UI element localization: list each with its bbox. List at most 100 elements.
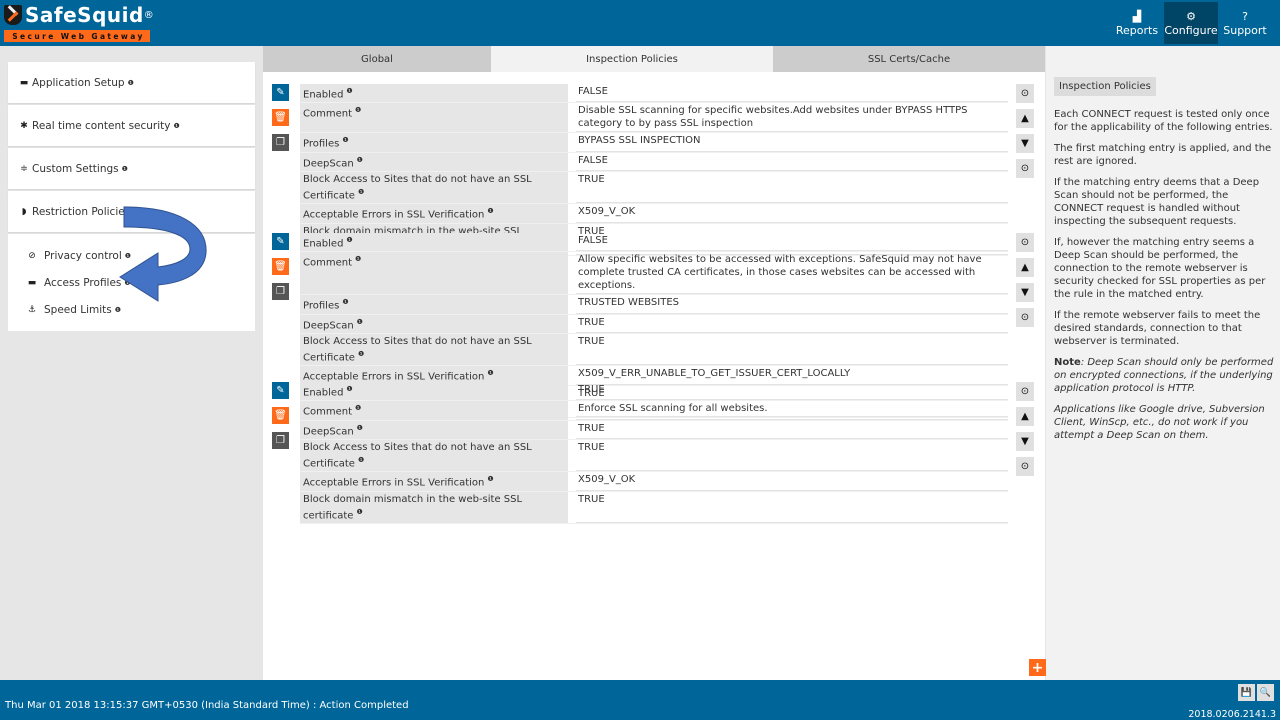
note-label: Note — [1054, 357, 1081, 368]
field-label: Comment ❶ — [300, 252, 568, 295]
save-config-button[interactable]: 💾 — [1238, 684, 1255, 701]
field-value: TRUE — [576, 172, 1008, 204]
search-button[interactable]: 🔍 — [1257, 684, 1274, 701]
chart-icon: ▟ — [1132, 9, 1142, 23]
field-value: FALSE — [576, 233, 1008, 252]
info-icon[interactable]: ❶ — [355, 106, 361, 114]
edit-icon: ✎ — [276, 385, 285, 396]
sidebar: ▬ Application Setup ❶ ✱ Real time conten… — [8, 62, 255, 331]
add-policy-button[interactable]: + — [1029, 659, 1046, 676]
move-down-button[interactable]: ▼ — [1016, 134, 1034, 153]
move-top-button[interactable]: ⊙ — [1016, 84, 1034, 103]
sidebar-item-speed-limits[interactable]: ⚓ Speed Limits ❶ — [26, 296, 255, 323]
move-down-button[interactable]: ▼ — [1016, 283, 1034, 302]
info-icon[interactable]: ❶ — [346, 385, 352, 393]
copy-button[interactable]: ❐ — [272, 432, 289, 449]
field-label: DeepScan ❶ — [300, 314, 568, 333]
nav-support[interactable]: ? Support — [1218, 2, 1272, 44]
info-icon[interactable]: ❶ — [124, 279, 130, 287]
edit-icon: ✎ — [276, 87, 285, 98]
status-bar: Thu Mar 01 2018 13:15:37 GMT+0530 (India… — [0, 680, 1280, 720]
info-icon[interactable]: ❶ — [357, 424, 363, 432]
field-value: X509_V_OK — [576, 204, 1008, 223]
copy-button[interactable]: ❐ — [272, 283, 289, 300]
move-up-button[interactable]: ▲ — [1016, 407, 1034, 426]
help-paragraph: If the remote webserver fails to meet th… — [1054, 310, 1261, 347]
help-note: Note: Deep Scan should only be performed… — [1054, 356, 1274, 395]
field-name: Block domain mismatch in the web-site SS… — [303, 493, 523, 521]
table-row: Block domain mismatch in the web-site SS… — [300, 491, 1008, 524]
help-paragraph: If the matching entry deems that a Deep … — [1054, 177, 1260, 227]
copy-icon: ❐ — [276, 137, 285, 148]
move-top-button[interactable]: ⊙ — [1016, 233, 1034, 252]
status-message: Thu Mar 01 2018 13:15:37 GMT+0530 (India… — [5, 700, 409, 711]
info-icon[interactable]: ❶ — [346, 236, 352, 244]
move-up-button[interactable]: ▲ — [1016, 109, 1034, 128]
restriction-policies-submenu: ⊘ Privacy control ❶ ▬ Access Profiles ❶ … — [8, 234, 255, 331]
move-bottom-button[interactable]: ⊙ — [1016, 457, 1034, 476]
table-row: Acceptable Errors in SSL Verification ❶ X5… — [300, 472, 1008, 492]
delete-button[interactable]: 🗑 — [272, 407, 289, 424]
sidebar-item-label: Application Setup — [32, 76, 125, 89]
table-row: Comment ❶ Allow specific websites to be ac… — [300, 252, 1008, 296]
delete-button[interactable]: 🗑 — [272, 258, 289, 275]
nav-configure[interactable]: ⚙ Configure — [1164, 2, 1218, 44]
sidebar-item-real-time-content-security[interactable]: ✱ Real time content security ❶ — [8, 105, 255, 146]
info-icon[interactable]: ❶ — [487, 369, 493, 377]
nav-reports[interactable]: ▟ Reports — [1110, 2, 1164, 44]
move-top-button[interactable]: ⊙ — [1016, 382, 1034, 401]
field-name: Block Access to Sites that do not have a… — [303, 441, 532, 470]
move-down-button[interactable]: ▼ — [1016, 432, 1034, 451]
edit-button[interactable]: ✎ — [272, 382, 289, 399]
sidebar-item-restriction-policies[interactable]: ◗ Restriction Policies ❶ — [8, 191, 255, 232]
info-icon[interactable]: ❶ — [122, 165, 128, 173]
info-icon[interactable]: ❶ — [357, 318, 363, 326]
move-bottom-button[interactable]: ⊙ — [1016, 159, 1034, 178]
tab-global[interactable]: Global — [263, 46, 491, 72]
info-icon[interactable]: ❶ — [358, 188, 364, 196]
caret-down-icon: ▼ — [1021, 138, 1029, 149]
edit-button[interactable]: ✎ — [272, 84, 289, 101]
field-label: Enabled ❶ — [300, 233, 568, 252]
info-icon[interactable]: ❶ — [174, 122, 180, 130]
info-icon[interactable]: ❶ — [115, 306, 121, 314]
safesquid-logo: SafeSquid ® Secure Web Gateway — [4, 2, 154, 44]
info-icon[interactable]: ❶ — [357, 156, 363, 164]
sidebar-item-custom-settings[interactable]: ≑ Custom Settings ❶ — [8, 148, 255, 189]
move-up-button[interactable]: ▲ — [1016, 258, 1034, 277]
copy-button[interactable]: ❐ — [272, 134, 289, 151]
field-label: Acceptable Errors in SSL Verification ❶ — [300, 472, 568, 491]
sliders-icon: ≑ — [20, 163, 28, 174]
sidebar-item-application-setup[interactable]: ▬ Application Setup ❶ — [8, 62, 255, 103]
edit-icon: ✎ — [276, 236, 285, 247]
tab-ssl-certs-cache[interactable]: SSL Certs/Cache — [773, 46, 1045, 72]
app-header: SafeSquid ® Secure Web Gateway ▟ Reports… — [0, 0, 1280, 46]
info-icon[interactable]: ❶ — [358, 350, 364, 358]
info-icon[interactable]: ❶ — [128, 79, 134, 87]
help-paragraph: Each CONNECT request is tested only once… — [1054, 109, 1273, 133]
info-icon[interactable]: ❶ — [346, 87, 352, 95]
move-bottom-button[interactable]: ⊙ — [1016, 308, 1034, 327]
tab-inspection-policies[interactable]: Inspection Policies — [491, 46, 773, 72]
table-row: Profiles ❶ TRUSTED WEBSITES — [300, 295, 1008, 315]
info-icon[interactable]: ❶ — [342, 298, 348, 306]
delete-button[interactable]: 🗑 — [272, 109, 289, 126]
info-icon[interactable]: ❶ — [487, 207, 493, 215]
info-icon[interactable]: ❶ — [133, 208, 139, 216]
trash-icon: 🗑 — [274, 261, 287, 272]
edit-button[interactable]: ✎ — [272, 233, 289, 250]
field-value: X509_V_OK — [576, 472, 1008, 491]
info-icon[interactable]: ❶ — [342, 136, 348, 144]
field-label: Block domain mismatch in the web-site SS… — [300, 491, 568, 523]
info-icon[interactable]: ❶ — [355, 404, 361, 412]
info-icon[interactable]: ❶ — [355, 255, 361, 263]
info-icon[interactable]: ❶ — [125, 252, 131, 260]
info-icon[interactable]: ❶ — [356, 508, 362, 516]
info-icon[interactable]: ❶ — [358, 456, 364, 464]
field-name: Acceptable Errors in SSL Verification — [303, 209, 485, 221]
sidebar-item-label: Custom Settings — [32, 162, 119, 175]
sidebar-item-access-profiles[interactable]: ▬ Access Profiles ❶ — [26, 269, 255, 296]
field-label: Comment ❶ — [300, 103, 568, 133]
info-icon[interactable]: ❶ — [487, 475, 493, 483]
sidebar-item-privacy-control[interactable]: ⊘ Privacy control ❶ — [26, 242, 255, 269]
